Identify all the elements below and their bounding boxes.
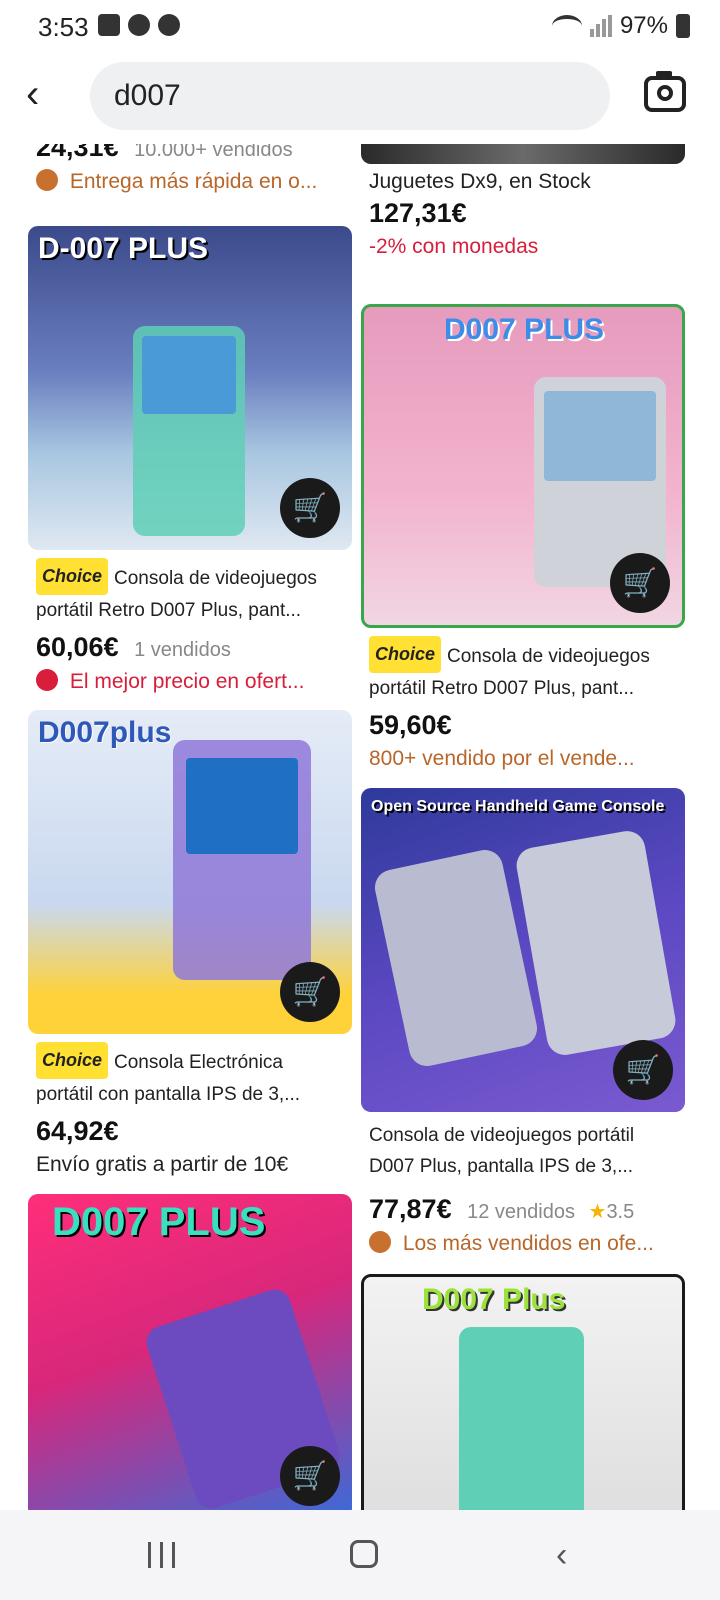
add-to-cart-icon[interactable]: 🛒: [280, 1446, 340, 1506]
product-card[interactable]: Open Source Handheld Game Console 🛒 Cons…: [361, 788, 685, 1256]
status-time: 3:53: [38, 12, 89, 42]
product-price: 24,31€: [36, 144, 119, 162]
battery-percent: 97%: [619, 12, 668, 39]
search-input[interactable]: d007: [90, 62, 610, 130]
choice-badge: Choice: [369, 636, 442, 673]
promo-note: 800+ vendido por el vende...: [369, 747, 635, 770]
notification-icons: [98, 14, 180, 36]
promo-note: Envío gratis a partir de 10€: [36, 1153, 289, 1176]
console-graphic: [513, 828, 679, 1058]
signal-icon: [589, 15, 612, 37]
image-caption: D-007 PLUS: [38, 232, 209, 265]
product-image[interactable]: D007 PLUS 🛒: [28, 1194, 352, 1510]
promo-note: Los más vendidos en ofe...: [402, 1232, 654, 1255]
product-card[interactable]: D-007 PLUS 🛒 Choice Consola de videojuego…: [28, 226, 352, 694]
search-header: ‹ d007: [0, 52, 720, 144]
promo-note: El mejor precio en ofert...: [69, 670, 305, 693]
back-arrow-icon[interactable]: ‹: [26, 74, 66, 114]
gallery-notification-icon: [98, 14, 120, 36]
product-card[interactable]: D007 PLUS 🛒: [28, 1194, 352, 1510]
add-to-cart-icon[interactable]: 🛒: [280, 478, 340, 538]
choice-badge: Choice: [36, 1042, 109, 1079]
image-caption: D007plus: [38, 716, 172, 749]
add-to-cart-icon[interactable]: 🛒: [610, 553, 670, 613]
console-screen: [186, 758, 298, 854]
product-card-partial-left[interactable]: 24,31€ 10.000+ vendidos Entrega más rápi…: [28, 144, 352, 194]
wifi-icon: [551, 15, 582, 37]
fast-delivery-icon: [36, 169, 58, 191]
product-price: 77,87€: [369, 1194, 452, 1224]
product-price: 127,31€: [369, 198, 467, 228]
product-card[interactable]: D007 PLUS 🛒 Choice Consola de videojuegos…: [361, 304, 685, 771]
console-graphic: [459, 1327, 584, 1510]
status-right: 97%: [551, 12, 690, 40]
choice-badge: Choice: [36, 558, 109, 595]
product-card[interactable]: D007 Plus: [361, 1274, 685, 1510]
add-to-cart-icon[interactable]: 🛒: [280, 962, 340, 1022]
system-navigation-bar: ‹: [0, 1510, 720, 1600]
app-notification-icon: [128, 14, 150, 36]
back-button[interactable]: ‹: [556, 1536, 567, 1575]
image-caption: Open Source Handheld Game Console: [371, 798, 665, 815]
product-price: 64,92€: [36, 1116, 119, 1146]
image-caption: D007 PLUS: [52, 1200, 266, 1244]
battery-icon: [676, 14, 690, 38]
rating: ★3.5: [589, 1201, 635, 1223]
status-bar: 3:53 97%: [0, 0, 720, 52]
product-price: 60,06€: [36, 632, 119, 662]
camera-icon[interactable]: [644, 71, 686, 112]
product-image[interactable]: Open Source Handheld Game Console 🛒: [361, 788, 685, 1112]
recents-button[interactable]: [148, 1542, 175, 1568]
product-price: 59,60€: [369, 710, 452, 740]
console-screen: [142, 336, 236, 414]
console-screen: [544, 391, 656, 481]
price-tag-icon: [36, 669, 58, 691]
product-image[interactable]: D007plus 🛒: [28, 710, 352, 1034]
star-icon: ★: [588, 1201, 607, 1223]
promo-note: Entrega más rápida en o...: [69, 170, 318, 193]
download-notification-icon: [158, 14, 180, 36]
product-image[interactable]: D007 PLUS 🛒: [361, 304, 685, 628]
product-grid: 24,31€ 10.000+ vendidos Entrega más rápi…: [0, 144, 720, 1510]
sold-count: 10.000+ vendidos: [134, 144, 293, 161]
image-caption: D007 PLUS: [444, 313, 605, 346]
image-caption: D007 Plus: [422, 1283, 566, 1316]
add-to-cart-icon[interactable]: 🛒: [613, 1040, 673, 1100]
product-title: Juguetes Dx9, en Stock: [369, 170, 591, 193]
home-button[interactable]: [350, 1540, 378, 1568]
product-title: Consola de videojuegos portátil D007 Plu…: [369, 1125, 635, 1177]
sold-count: 1 vendidos: [134, 639, 231, 661]
rating-value: 3.5: [606, 1201, 635, 1223]
promo-note: -2% con monedas: [369, 235, 539, 258]
fire-icon: [369, 1231, 391, 1253]
product-image[interactable]: D-007 PLUS 🛒: [28, 226, 352, 550]
product-image: [361, 144, 685, 164]
sold-count: 12 vendidos: [467, 1201, 575, 1223]
product-image[interactable]: D007 Plus: [361, 1274, 685, 1510]
product-card[interactable]: D007plus 🛒 Choice Consola Electrónica por…: [28, 710, 352, 1177]
product-card-partial-right[interactable]: Juguetes Dx9, en Stock 127,31€ -2% con m…: [361, 144, 685, 259]
console-graphic: [371, 846, 541, 1070]
